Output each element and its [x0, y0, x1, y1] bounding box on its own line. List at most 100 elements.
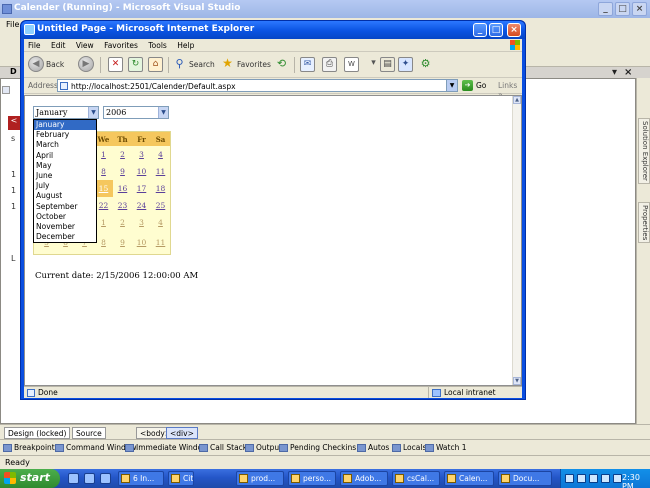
month-option-august[interactable]: August	[34, 191, 96, 201]
menu-tools[interactable]: Tools	[148, 41, 166, 50]
menu-favorites[interactable]: Favorites	[104, 41, 138, 50]
quick-launch-media-icon[interactable]	[100, 473, 111, 484]
history-icon[interactable]: ⟲	[274, 57, 289, 72]
calendar-day[interactable]: 11	[151, 163, 170, 180]
close-icon[interactable]: ×	[507, 23, 521, 37]
scroll-up-icon[interactable]: ▲	[513, 96, 521, 104]
go-arrow-icon[interactable]: ➔	[462, 80, 473, 91]
taskbar-clock[interactable]: 2:30 PM	[622, 473, 650, 488]
month-option-july[interactable]: July	[34, 181, 96, 191]
quick-launch-desktop-icon[interactable]	[84, 473, 95, 484]
maximize-icon[interactable]: □	[615, 2, 630, 16]
year-select[interactable]: 2006 ▼	[103, 106, 169, 119]
month-option-february[interactable]: February	[34, 130, 96, 140]
month-option-march[interactable]: March	[34, 140, 96, 150]
tab-design[interactable]: Design (locked)	[4, 427, 71, 439]
tray-icon[interactable]	[613, 474, 622, 483]
tag-navigator-div[interactable]: <div>	[166, 427, 198, 439]
search-icon[interactable]: ⚲	[172, 57, 187, 72]
calendar-day-other-month[interactable]: 4	[151, 214, 170, 231]
print-icon[interactable]: ⎙	[322, 57, 337, 72]
calendar-day-other-month[interactable]: 2	[113, 214, 132, 231]
tray-icon[interactable]	[565, 474, 574, 483]
taskbar-item[interactable]: Citrix...	[168, 471, 194, 486]
month-option-october[interactable]: October	[34, 212, 96, 222]
calendar-day[interactable]: 24	[132, 197, 151, 214]
calendar-day-other-month[interactable]: 11	[151, 234, 170, 251]
taskbar-item[interactable]: Calen...	[444, 471, 494, 486]
edit-icon[interactable]: W	[344, 57, 359, 72]
month-select[interactable]: January ▼	[33, 106, 99, 119]
month-option-may[interactable]: May	[34, 161, 96, 171]
calendar-day[interactable]: 10	[132, 163, 151, 180]
calendar-day[interactable]: 16	[113, 180, 132, 197]
calendar-day[interactable]: 17	[132, 180, 151, 197]
discuss-icon[interactable]: ▾	[366, 57, 381, 72]
tools-icon[interactable]: ⚙	[418, 57, 433, 72]
menu-file[interactable]: File	[28, 41, 41, 50]
calendar-day[interactable]: 3	[132, 146, 151, 163]
close-icon[interactable]: ×	[632, 2, 647, 16]
back-icon[interactable]: ◀	[28, 56, 44, 72]
month-option-april[interactable]: April	[34, 151, 96, 161]
tab-solution-explorer[interactable]: Solution Explorer	[638, 118, 650, 184]
tray-icon[interactable]	[601, 474, 610, 483]
taskbar-item[interactable]: 6 In...	[118, 471, 164, 486]
home-icon[interactable]: ⌂	[148, 57, 163, 72]
taskbar-item[interactable]: Docu...	[498, 471, 552, 486]
month-option-january[interactable]: January	[34, 120, 96, 131]
research-icon[interactable]: ▤	[380, 57, 395, 72]
back-button-label[interactable]: Back	[46, 56, 64, 74]
mail-icon[interactable]: ✉	[300, 57, 315, 72]
favorites-star-icon[interactable]: ★	[220, 57, 235, 72]
menu-view[interactable]: View	[76, 41, 94, 50]
go-button[interactable]: Go	[476, 81, 486, 90]
month-option-september[interactable]: September	[34, 202, 96, 212]
tray-icon[interactable]	[589, 474, 598, 483]
calendar-day[interactable]: 18	[151, 180, 170, 197]
calendar-day-other-month[interactable]: 10	[132, 234, 151, 251]
quick-launch-ie-icon[interactable]	[68, 473, 79, 484]
tab-pending-checkins[interactable]: Pending Checkins	[278, 442, 358, 454]
dropdown-arrow-icon[interactable]: ▾	[612, 67, 617, 78]
month-option-december[interactable]: December	[34, 232, 96, 242]
start-button[interactable]: start	[0, 469, 60, 488]
chevron-down-icon[interactable]: ▼	[446, 80, 457, 91]
chevron-down-icon[interactable]: ▼	[158, 107, 168, 118]
calendar-day-other-month[interactable]: 3	[132, 214, 151, 231]
tab-watch-1[interactable]: Watch 1	[424, 442, 469, 454]
tab-breakpoints[interactable]: Breakpoints	[2, 442, 61, 454]
maximize-icon[interactable]: □	[489, 23, 503, 37]
stop-icon[interactable]: ✕	[108, 57, 123, 72]
minimize-icon[interactable]: _	[598, 2, 613, 16]
vs-menu-file[interactable]: File	[6, 20, 19, 29]
address-input[interactable]: http://localhost:2501/Calender/Default.a…	[57, 79, 458, 92]
taskbar-item[interactable]: Adob...	[340, 471, 388, 486]
menu-edit[interactable]: Edit	[51, 41, 66, 50]
search-button-label[interactable]: Search	[189, 56, 215, 74]
calendar-day[interactable]: 23	[113, 197, 132, 214]
chevron-down-icon[interactable]: ▼	[88, 107, 98, 118]
tab-locals[interactable]: Locals	[391, 442, 428, 454]
tab-autos[interactable]: Autos	[356, 442, 391, 454]
tab-source[interactable]: Source	[72, 427, 106, 439]
scroll-down-icon[interactable]: ▼	[513, 377, 521, 385]
month-option-november[interactable]: November	[34, 222, 96, 232]
forward-icon[interactable]: ▶	[78, 56, 94, 72]
favorites-button-label[interactable]: Favorites	[237, 56, 271, 74]
taskbar-item[interactable]: csCal...	[392, 471, 440, 486]
calendar-day-other-month[interactable]: 9	[113, 234, 132, 251]
taskbar-item[interactable]: perso...	[288, 471, 336, 486]
month-option-june[interactable]: June	[34, 171, 96, 181]
minimize-icon[interactable]: _	[473, 23, 487, 37]
messenger-icon[interactable]: ✦	[398, 57, 413, 72]
close-document-icon[interactable]: ×	[624, 67, 632, 78]
taskbar-item[interactable]: prod...	[236, 471, 284, 486]
refresh-icon[interactable]: ↻	[128, 57, 143, 72]
vertical-scrollbar[interactable]: ▲ ▼	[512, 96, 521, 385]
tab-properties[interactable]: Properties	[638, 202, 650, 244]
calendar-day[interactable]: 9	[113, 163, 132, 180]
calendar-day[interactable]: 4	[151, 146, 170, 163]
tray-icon[interactable]	[577, 474, 586, 483]
calendar-day[interactable]: 2	[113, 146, 132, 163]
